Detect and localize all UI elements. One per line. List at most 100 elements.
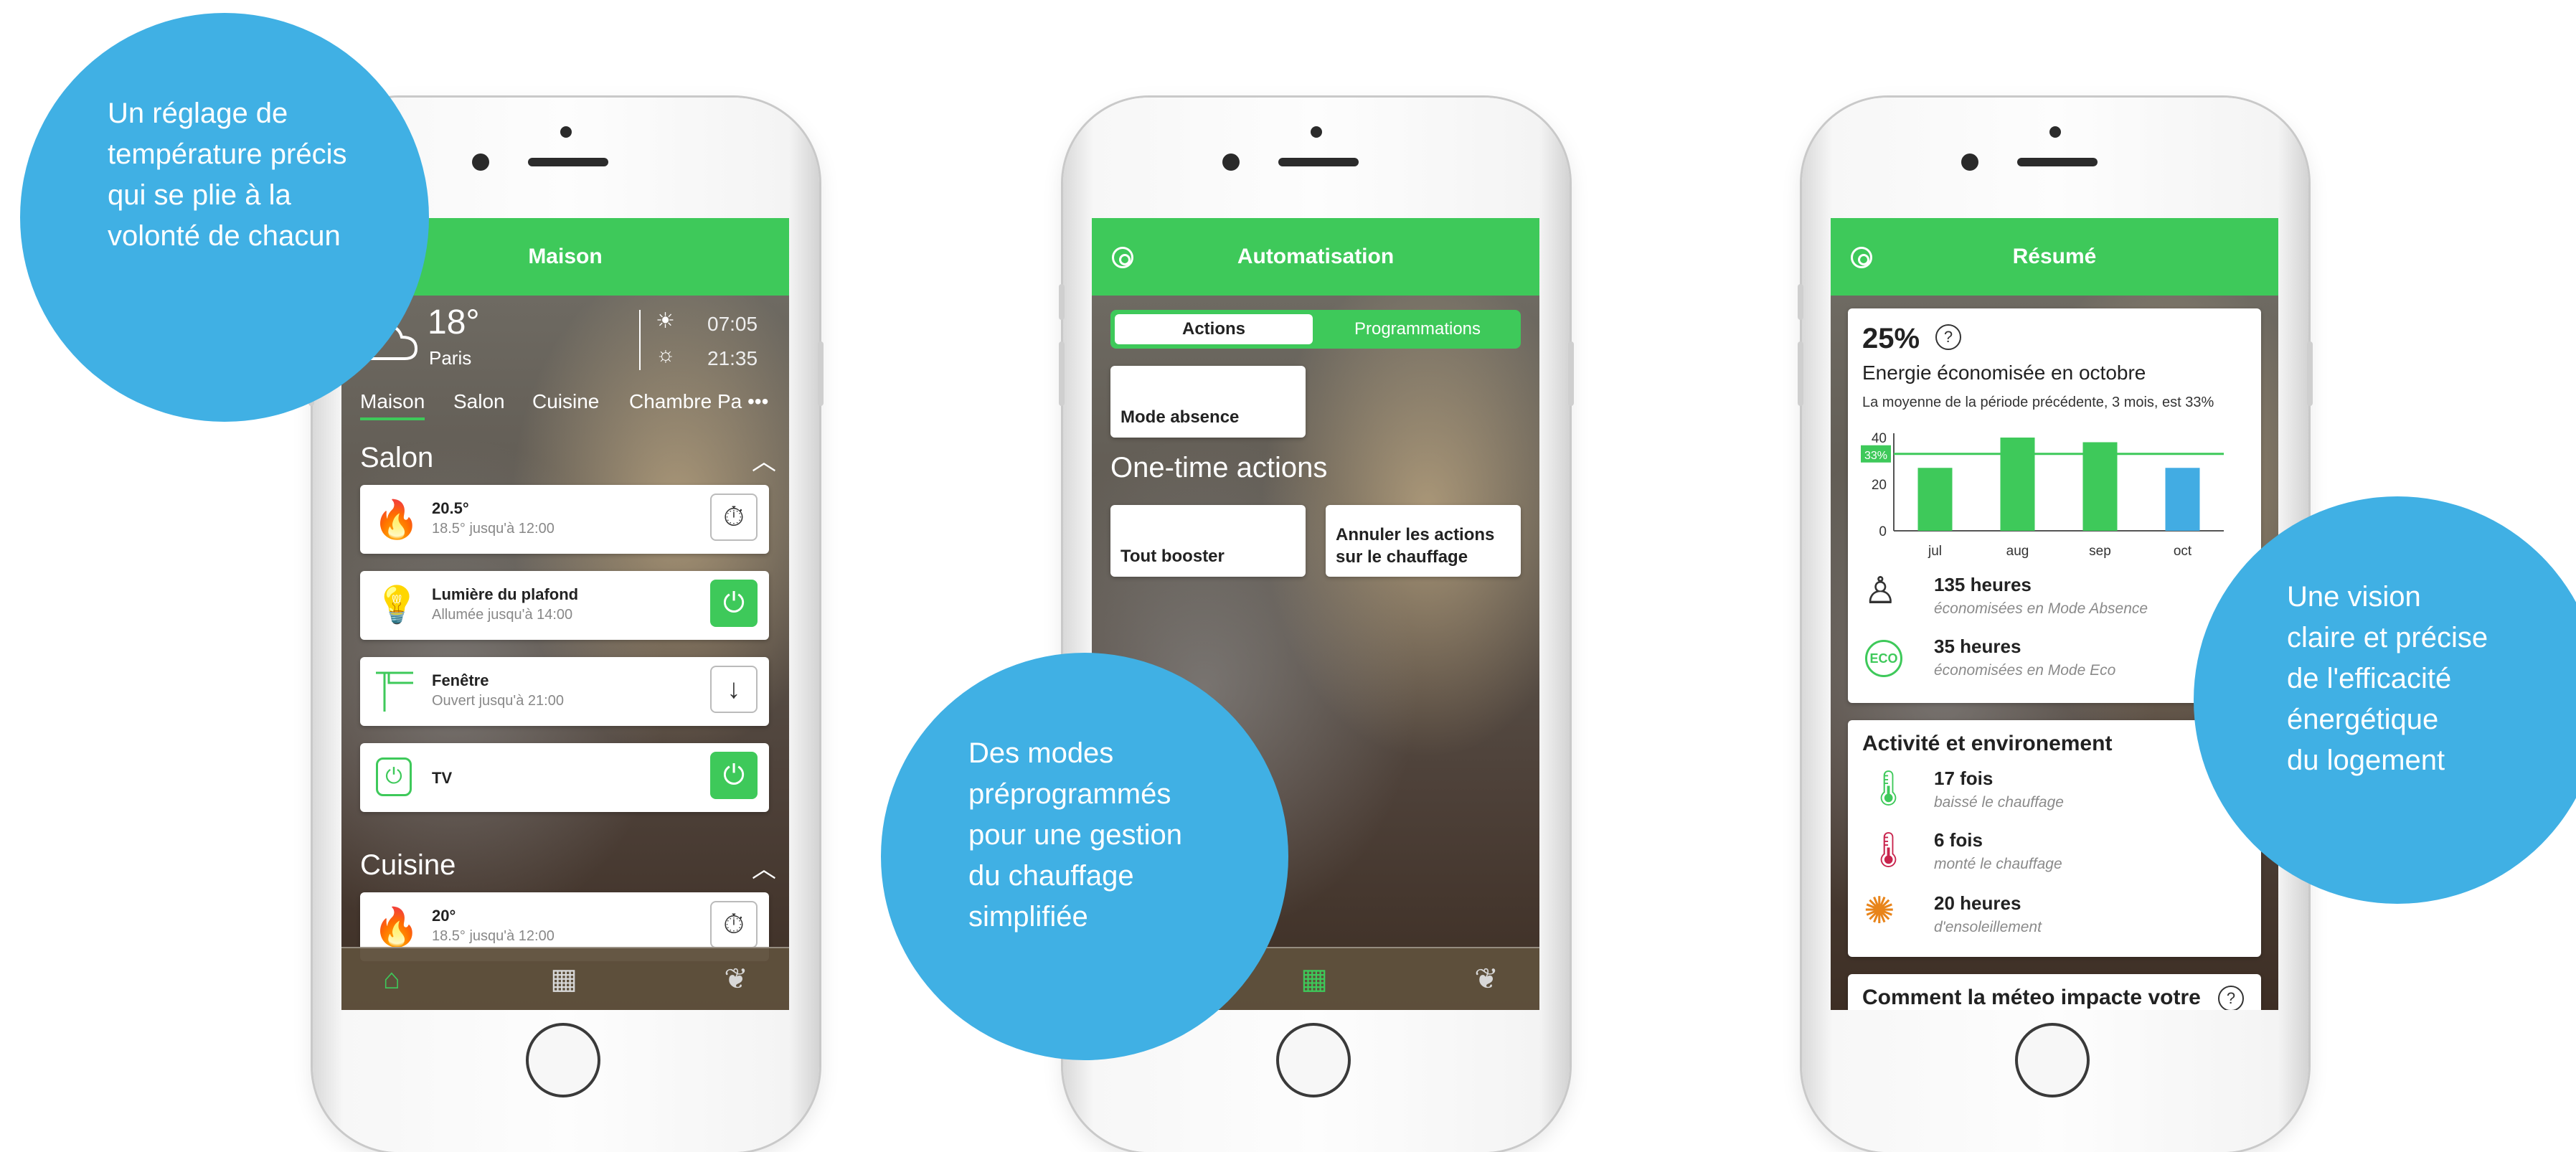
tile-label-line2: sur le chauffage xyxy=(1336,547,1468,567)
chevron-up-icon[interactable]: ︿ xyxy=(752,442,776,477)
tile-label: Tout booster xyxy=(1120,547,1225,566)
home-button[interactable] xyxy=(1276,1023,1351,1097)
tab-chambre[interactable]: Chambre Pa xyxy=(629,390,742,413)
stat-value: 35 heures xyxy=(1934,636,2021,657)
device-name: TV xyxy=(432,769,453,787)
volume-up-button xyxy=(1798,341,1803,406)
window-icon xyxy=(376,671,413,712)
chevron-up-icon[interactable]: ︿ xyxy=(752,849,776,884)
leaf-icon[interactable]: ❦ xyxy=(1465,963,1508,996)
grid-icon[interactable]: ▦ xyxy=(542,963,585,996)
activity-value: 6 fois xyxy=(1934,829,1983,851)
sunset-time: 21:35 xyxy=(707,347,758,369)
x-tick-label: aug xyxy=(2006,544,2029,559)
power-icon: ⏻ xyxy=(722,760,745,790)
city: Paris xyxy=(429,347,472,369)
tout-booster-tile[interactable]: Tout booster xyxy=(1110,505,1306,577)
help-icon[interactable]: ? xyxy=(2218,986,2244,1010)
more-icon[interactable]: ••• xyxy=(747,390,768,413)
callout-line: du logement xyxy=(2287,745,2445,776)
section-salon-title: Salon xyxy=(360,442,434,473)
screen: Maison 18° Paris ☀ 07:05 ☼ 21:35 Maison … xyxy=(341,218,789,1010)
activity-title: Activité et environement xyxy=(1862,732,2113,755)
average-tag-label: 33% xyxy=(1864,450,1887,462)
power-button[interactable]: ⏻ xyxy=(710,752,758,799)
device-status: 18.5° jusqu'à 12:00 xyxy=(432,521,555,537)
callout-line: préprogrammés xyxy=(968,778,1171,810)
page-title: Automatisation xyxy=(1237,245,1395,268)
eco-icon: ECO xyxy=(1865,640,1902,677)
mute-switch xyxy=(1059,284,1065,320)
thermo-up-icon: 🌡 xyxy=(1867,831,1910,869)
savings-note: La moyenne de la période précédente, 3 m… xyxy=(1862,395,2214,410)
weather-widget: 18° Paris ☀ 07:05 ☼ 21:35 xyxy=(356,303,779,374)
sunrise-time: 07:05 xyxy=(707,313,758,335)
eco-badge-text: ECO xyxy=(1869,651,1898,666)
grid-icon[interactable]: ▦ xyxy=(1293,963,1336,996)
help-glyph: ? xyxy=(2226,989,2236,1007)
proximity-sensor xyxy=(2049,126,2061,138)
device-status: Allumée jusqu'à 14:00 xyxy=(432,607,573,623)
activity-value: 20 heures xyxy=(1934,892,2021,914)
savings-subtitle: Energie économisée en octobre xyxy=(1862,362,2146,384)
callout-line: Des modes xyxy=(968,737,1114,769)
stat-label: économisées en Mode Eco xyxy=(1934,662,2116,679)
tab-salon[interactable]: Salon xyxy=(453,390,505,413)
callout-bubble-left: Un réglage de température précis qui se … xyxy=(20,13,429,422)
y-tick-label: 20 xyxy=(1872,478,1887,493)
x-tick-label: oct xyxy=(2174,544,2192,559)
power-button[interactable]: ⏻ xyxy=(710,580,758,627)
device-row[interactable]: 🔥 20.5° 18.5° jusqu'à 12:00 ⏱ xyxy=(360,485,769,554)
gear-icon[interactable] xyxy=(1851,247,1872,268)
divider xyxy=(639,310,641,370)
home-button[interactable] xyxy=(2015,1023,2090,1097)
device-row[interactable]: Fenêtre Ouvert jusqu'à 21:00 ↓ xyxy=(360,657,769,726)
savings-chart: 0 20 40 jul aug sep oct 33% xyxy=(1861,431,2224,559)
mode-absence-tile[interactable]: Mode absence xyxy=(1110,366,1306,438)
activity-label: baissé le chauffage xyxy=(1934,794,2064,811)
tab-cuisine[interactable]: Cuisine xyxy=(532,390,599,413)
front-camera xyxy=(472,154,489,171)
savings-percent: 25% xyxy=(1862,323,1920,354)
tab-programmations[interactable]: Programmations xyxy=(1318,314,1516,344)
help-glyph: ? xyxy=(1943,328,1953,346)
earpiece xyxy=(1278,158,1359,166)
stat-label: économisées en Mode Absence xyxy=(1934,600,2148,617)
gear-icon[interactable] xyxy=(1112,247,1133,268)
section-cuisine-title: Cuisine xyxy=(360,849,456,881)
callout-line: énergétique xyxy=(2287,704,2439,735)
device-name: 20.5° xyxy=(432,499,469,517)
bar xyxy=(2165,468,2200,531)
x-tick-label: sep xyxy=(2089,544,2111,559)
callout-line: simplifiée xyxy=(968,901,1088,933)
device-name: Fenêtre xyxy=(432,671,489,689)
flame-icon: 🔥 xyxy=(373,907,420,948)
callout-line: volonté de chacun xyxy=(108,220,341,252)
earpiece xyxy=(528,158,608,166)
tile-label: Mode absence xyxy=(1120,407,1240,427)
header-bar: Automatisation xyxy=(1092,218,1539,296)
person-away-icon: ♙ xyxy=(1864,570,1897,612)
timer-icon: ⏱ xyxy=(723,501,745,532)
home-icon[interactable]: ⌂ xyxy=(370,963,413,996)
activity-label: monté le chauffage xyxy=(1934,856,2062,872)
annuler-actions-tile[interactable]: Annuler les actions sur le chauffage xyxy=(1326,505,1521,577)
timer-button[interactable]: ⏱ xyxy=(710,494,758,541)
callout-bubble-middle: Des modes préprogrammés pour une gestion… xyxy=(881,653,1288,1060)
tab-actions[interactable]: Actions xyxy=(1115,314,1313,344)
home-button[interactable] xyxy=(526,1023,600,1097)
close-window-button[interactable]: ↓ xyxy=(710,666,758,713)
temperature: 18° xyxy=(428,303,480,341)
volume-up-button xyxy=(1059,341,1065,406)
x-tick-label: jul xyxy=(1928,544,1942,559)
activity-value: 17 fois xyxy=(1934,768,1994,789)
leaf-icon[interactable]: ❦ xyxy=(714,963,758,996)
sunset-icon: ☼ xyxy=(656,343,676,367)
bar xyxy=(2000,438,2035,531)
device-row[interactable]: ⏻ TV ⏻ xyxy=(360,743,769,812)
timer-button[interactable]: ⏱ xyxy=(710,901,758,948)
earpiece xyxy=(2017,158,2098,166)
help-icon[interactable]: ? xyxy=(1935,324,1961,350)
tab-maison[interactable]: Maison xyxy=(360,390,425,420)
device-row[interactable]: 💡 Lumière du plafond Allumée jusqu'à 14:… xyxy=(360,571,769,640)
